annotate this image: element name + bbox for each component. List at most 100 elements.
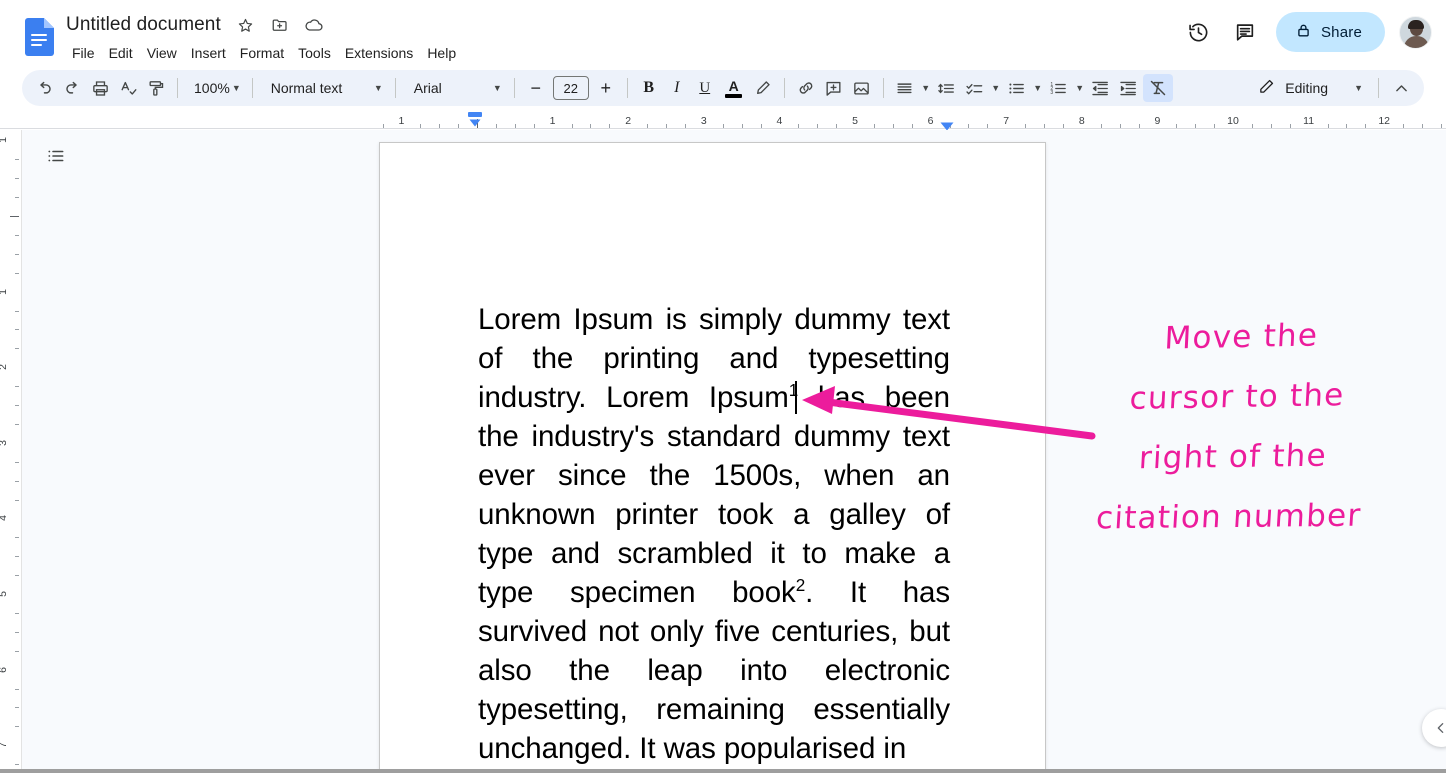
text-cursor (795, 381, 797, 414)
toolbar-divider (177, 78, 178, 98)
numbered-list-dropdown-icon[interactable]: ▼ (1073, 74, 1087, 102)
checklist-dropdown-icon[interactable]: ▼ (989, 74, 1003, 102)
ruler-number: 3 (701, 115, 707, 127)
align-icon[interactable] (891, 74, 919, 102)
chevron-down-icon: ▼ (1075, 84, 1084, 93)
document-page[interactable]: Lorem Ipsum is simply dummy text of the … (379, 142, 1046, 773)
ruler-number: 6 (928, 115, 934, 127)
redo-icon[interactable] (58, 74, 86, 102)
collapse-side-panel-button[interactable] (1422, 709, 1446, 747)
vertical-ruler-number: 5 (0, 587, 9, 601)
spellcheck-icon[interactable] (114, 74, 142, 102)
vertical-ruler-number: 3 (0, 436, 9, 450)
line-spacing-icon[interactable] (933, 74, 961, 102)
citation-marker-1: 1 (789, 381, 798, 400)
move-to-folder-icon[interactable] (269, 14, 291, 36)
ruler-number: 4 (776, 115, 782, 127)
ruler-number: 10 (1227, 115, 1239, 127)
formatting-toolbar: 100% ▼ Normal text ▼ Arial ▼ − 22 + B I … (22, 70, 1424, 106)
left-indent-marker[interactable] (466, 112, 484, 128)
avatar-hair (1408, 20, 1424, 29)
annotation-line-1: Move the (1075, 304, 1408, 371)
numbered-list-icon[interactable]: 1 2 3 (1045, 74, 1073, 102)
menu-item-view[interactable]: View (140, 41, 184, 65)
menu-item-tools[interactable]: Tools (291, 41, 338, 65)
font-size-input[interactable]: 22 (553, 76, 589, 100)
bulleted-list-icon[interactable] (1003, 74, 1031, 102)
menu-item-file[interactable]: File (65, 41, 102, 65)
checklist-icon[interactable] (961, 74, 989, 102)
editing-mode-selector[interactable]: Editing ▼ (1248, 74, 1371, 102)
header-actions: Share (1178, 11, 1432, 53)
add-comment-icon[interactable] (820, 74, 848, 102)
increase-font-size-button[interactable]: + (592, 74, 620, 102)
print-icon[interactable] (86, 74, 114, 102)
ruler-number: 12 (1378, 115, 1390, 127)
paint-format-icon[interactable] (142, 74, 170, 102)
bold-button[interactable]: B (635, 74, 663, 102)
menu-item-format[interactable]: Format (233, 41, 291, 65)
version-history-icon[interactable] (1178, 11, 1220, 53)
chevron-down-icon: ▼ (493, 84, 502, 93)
toolbar-divider (514, 78, 515, 98)
show-document-outline-icon[interactable] (42, 142, 70, 170)
vertical-ruler-number: 4 (0, 511, 9, 525)
italic-button[interactable]: I (663, 74, 691, 102)
menu-item-extensions[interactable]: Extensions (338, 41, 420, 65)
zoom-selector[interactable]: 100% ▼ (185, 74, 245, 102)
undo-icon[interactable] (30, 74, 58, 102)
chevron-down-icon: ▼ (374, 84, 383, 93)
menu-item-edit[interactable]: Edit (102, 41, 140, 65)
share-label: Share (1321, 24, 1362, 41)
align-dropdown-icon[interactable]: ▼ (919, 74, 933, 102)
document-body-text[interactable]: Lorem Ipsum is simply dummy text of the … (478, 300, 950, 768)
menu-item-insert[interactable]: Insert (184, 41, 233, 65)
font-family-value: Arial (414, 80, 442, 96)
vertical-ruler-number: 1 (0, 285, 9, 299)
svg-text:3: 3 (1051, 90, 1054, 96)
ruler-number: 1 (398, 115, 404, 127)
underline-button[interactable]: U (691, 74, 719, 102)
toolbar-divider (627, 78, 628, 98)
ruler-number: 1 (550, 115, 556, 127)
chevron-down-icon: ▼ (991, 84, 1000, 93)
toolbar-divider (395, 78, 396, 98)
annotation-line-2: cursor to the (1070, 364, 1404, 430)
comment-history-icon[interactable] (1224, 11, 1266, 53)
menu-item-help[interactable]: Help (420, 41, 463, 65)
decrease-indent-icon[interactable] (1087, 74, 1115, 102)
bulleted-list-dropdown-icon[interactable]: ▼ (1031, 74, 1045, 102)
highlight-color-icon[interactable] (749, 74, 777, 102)
increase-indent-icon[interactable] (1115, 74, 1143, 102)
paragraph-style-selector[interactable]: Normal text ▼ (260, 74, 388, 102)
hide-menus-chevron-icon[interactable] (1386, 74, 1416, 102)
vertical-ruler[interactable]: 11234567 (0, 130, 22, 773)
citation-marker-2: 2 (796, 576, 805, 595)
share-button[interactable]: Share (1276, 12, 1385, 52)
account-avatar[interactable] (1399, 16, 1432, 49)
ruler-number: 9 (1154, 115, 1160, 127)
star-icon[interactable] (235, 14, 257, 36)
text-color-button[interactable]: A (719, 74, 749, 102)
chevron-down-icon: ▼ (232, 84, 241, 93)
right-indent-marker[interactable] (940, 118, 954, 127)
clear-formatting-icon[interactable] (1143, 74, 1173, 102)
vertical-ruler-number: 2 (0, 360, 9, 374)
chevron-down-icon: ▼ (921, 84, 930, 93)
vertical-ruler-number: 7 (0, 738, 9, 752)
insert-image-icon[interactable] (848, 74, 876, 102)
decrease-font-size-button[interactable]: − (522, 74, 550, 102)
document-title[interactable]: Untitled document (64, 12, 223, 38)
zoom-value: 100% (194, 80, 230, 96)
annotation-line-3: right of the (1066, 425, 1400, 490)
horizontal-ruler[interactable]: 1123456789101112 (0, 110, 1446, 130)
app-header: Untitled document (0, 0, 1446, 66)
font-family-selector[interactable]: Arial ▼ (403, 74, 507, 102)
toolbar-divider (1378, 78, 1379, 98)
docs-logo-icon (24, 18, 54, 56)
ruler-number: 8 (1079, 115, 1085, 127)
pencil-icon (1258, 78, 1275, 98)
insert-link-icon[interactable] (792, 74, 820, 102)
editing-mode-label: Editing (1285, 80, 1328, 96)
cloud-saved-icon[interactable] (303, 14, 325, 36)
